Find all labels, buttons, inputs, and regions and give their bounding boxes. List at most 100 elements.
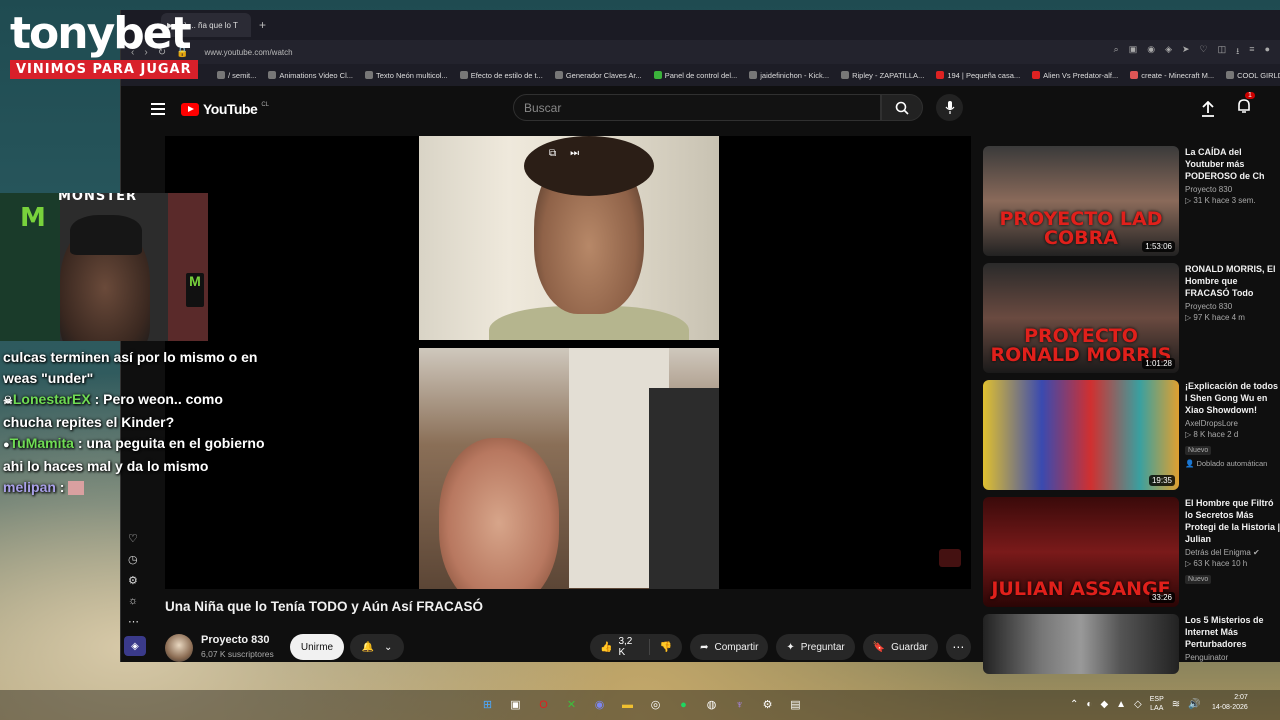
xbox-icon[interactable]: ✕ [562, 695, 581, 714]
ask-button[interactable]: ✦ Preguntar [776, 634, 855, 660]
steam-icon[interactable]: ⚙ [758, 695, 777, 714]
url-field[interactable]: www.youtube.com/watch [205, 48, 293, 57]
youtube-header: YouTube CL Buscar 1 [151, 92, 1280, 124]
spotify-icon[interactable]: ● [674, 695, 693, 714]
new-tab-icon[interactable]: + [259, 18, 266, 32]
bookmark[interactable]: / semit... [217, 71, 256, 80]
recommendation-channel[interactable]: AxelDropsLore [1185, 419, 1280, 428]
send-icon[interactable]: ➤ [1182, 44, 1190, 60]
recommendation-item[interactable]: PROYECTO LAD COBRA 1:53:06 La CAÍDA del … [983, 136, 1280, 256]
search-button[interactable] [881, 94, 923, 121]
opera-icon[interactable]: O [534, 695, 553, 714]
bookmark[interactable]: Panel de control del... [653, 71, 737, 80]
youtube-logo[interactable]: YouTube CL [181, 101, 269, 117]
recommendation-item[interactable]: JULIAN ASSANGE 33:26 El Hombre que Filtr… [983, 487, 1280, 607]
search-page-icon[interactable]: ⌕ [1114, 44, 1119, 60]
dislike-button[interactable]: 👎 [650, 634, 682, 660]
heart-icon[interactable]: ♡ [1200, 44, 1208, 60]
notifications-button[interactable]: 1 [1237, 92, 1255, 119]
recommendation-channel[interactable]: Detrás del Enigma ✔ [1185, 548, 1280, 557]
shield-icon[interactable]: ◈ [1165, 44, 1172, 60]
chat-message: culcas terminen así por lo mismo o en we… [0, 347, 270, 389]
tray-app-icon[interactable]: ▲ [1116, 699, 1126, 710]
tray-app-icon[interactable]: ◐ [1086, 699, 1092, 710]
file-explorer-icon[interactable]: ▬ [618, 695, 637, 714]
bookmark[interactable]: Animations Video Cl... [268, 71, 353, 80]
channel-avatar[interactable] [165, 634, 193, 662]
recommendation-title[interactable]: La CAÍDA del Youtuber más PODEROSO de Ch [1185, 146, 1280, 182]
app-icon[interactable]: ◍ [702, 695, 721, 714]
bookmark[interactable]: Efecto de estilo de t... [459, 71, 543, 80]
bookmark[interactable]: create - Minecraft M... [1130, 71, 1214, 80]
youtube-play-icon [181, 102, 199, 116]
channel-name[interactable]: Proyecto 830 [201, 634, 269, 646]
recommendation-thumbnail[interactable] [983, 614, 1179, 674]
bookmark-icon [554, 71, 563, 79]
recommendation-thumbnail[interactable]: 19:35 [983, 380, 1179, 490]
bookmark[interactable]: 194 | Pequeña casa... [936, 71, 1020, 80]
more-actions-button[interactable]: ⋯ [945, 634, 971, 660]
upload-icon[interactable] [1201, 100, 1215, 117]
windows-start-icon[interactable]: ⊞ [478, 695, 497, 714]
menu-icon[interactable]: ≡ [1249, 44, 1254, 60]
more-icon[interactable]: ⋯ [128, 615, 139, 628]
heart-icon[interactable]: ♡ [128, 532, 139, 545]
tray-app-icon[interactable]: ◇ [1134, 699, 1142, 710]
language-indicator[interactable]: ESP LAA [1150, 695, 1164, 713]
search-input[interactable]: Buscar [513, 94, 881, 121]
share-button[interactable]: ➦ Compartir [690, 634, 769, 660]
bookmark[interactable]: jaidefinichon - Kick... [749, 71, 829, 80]
screenshot-icon[interactable]: ▣ [1129, 44, 1138, 60]
menu-hamburger-icon[interactable] [151, 103, 165, 115]
camera-icon[interactable]: ◉ [1147, 44, 1155, 60]
join-button[interactable]: Unirme [290, 634, 344, 660]
recommendation-channel[interactable]: Proyecto 830 [1185, 185, 1280, 194]
video-player[interactable]: ⧉ ⏭ [165, 136, 971, 589]
chat-username: LonestarEX [12, 391, 91, 407]
obs-icon[interactable]: ◎ [646, 695, 665, 714]
app-icon[interactable]: ♆ [730, 695, 749, 714]
bookmark[interactable]: Texto Neón multicol... [365, 71, 448, 80]
like-button[interactable]: 👍 3,2 K [590, 634, 649, 660]
clock-icon[interactable]: ◷ [128, 553, 139, 566]
recommendation-thumbnail[interactable]: PROYECTO RONALD MORRIS 1:01:28 [983, 263, 1179, 373]
recommendation-title[interactable]: Los 5 Misterios de Internet Más Perturba… [1185, 614, 1280, 650]
cube-icon[interactable]: ◫ [1218, 44, 1227, 60]
profile-icon[interactable]: ● [1265, 44, 1270, 60]
recommendation-title[interactable]: RONALD MORRIS, El Hombre que FRACASÓ Tod… [1185, 263, 1280, 299]
recommendation-thumbnail[interactable]: JULIAN ASSANGE 33:26 [983, 497, 1179, 607]
bookmark[interactable]: COOL GIRLD JAAJ |... [1226, 71, 1280, 80]
voice-search-button[interactable] [936, 94, 963, 121]
notepad-icon[interactable]: ▤ [786, 695, 805, 714]
wifi-icon[interactable]: ≋ [1172, 699, 1180, 710]
recommendation-item[interactable]: PROYECTO RONALD MORRIS 1:01:28 RONALD MO… [983, 253, 1280, 373]
taskbar-clock[interactable]: 2:07 14-08-2026 [1212, 693, 1248, 713]
like-dislike-group: 👍 3,2 K 👎 [590, 634, 683, 660]
chevron-up-icon[interactable]: ⌃ [1070, 699, 1078, 710]
skip-icon[interactable]: ⏭ [570, 148, 579, 159]
channel-watermark-icon[interactable] [939, 549, 961, 567]
discord-icon[interactable]: ◉ [590, 695, 609, 714]
tray-app-icon[interactable]: ◆ [1100, 699, 1108, 710]
recommendation-item[interactable]: 19:35 ¡Explicación de todos l Shen Gong … [983, 370, 1280, 490]
recommendation-channel[interactable]: Penguinator [1185, 653, 1280, 662]
gear-icon[interactable]: ⚙ [128, 574, 139, 587]
bookmark-icon [936, 71, 945, 79]
save-button[interactable]: 🔖 Guardar [862, 634, 938, 660]
bookmark-icon [365, 71, 373, 79]
pip-icon[interactable]: ⧉ [549, 148, 556, 159]
recommendation-title[interactable]: ¡Explicación de todos l Shen Gong Wu en … [1185, 380, 1280, 416]
bookmark[interactable]: Generador Claves Ar... [554, 71, 642, 80]
recommendation-channel[interactable]: Proyecto 830 [1185, 302, 1280, 311]
recommendation-title[interactable]: El Hombre que Filtró lo Secretos Más Pro… [1185, 497, 1280, 545]
task-view-icon[interactable]: ▣ [506, 695, 525, 714]
bookmark[interactable]: Ripley - ZAPATILLA... [841, 71, 924, 80]
twitch-icon[interactable]: ◈ [124, 636, 146, 656]
bookmark[interactable]: Alien Vs Predator-alf... [1032, 71, 1118, 80]
lightbulb-icon[interactable]: ☼ [128, 595, 139, 607]
volume-icon[interactable]: 🔊 [1188, 699, 1200, 710]
video-title: Una Niña que lo Tenía TODO y Aún Así FRA… [165, 599, 484, 614]
recommendation-thumbnail[interactable]: PROYECTO LAD COBRA 1:53:06 [983, 146, 1179, 256]
subscription-button[interactable]: 🔔 ⌄ [350, 634, 404, 660]
download-icon[interactable]: ⭳ [1236, 44, 1239, 60]
